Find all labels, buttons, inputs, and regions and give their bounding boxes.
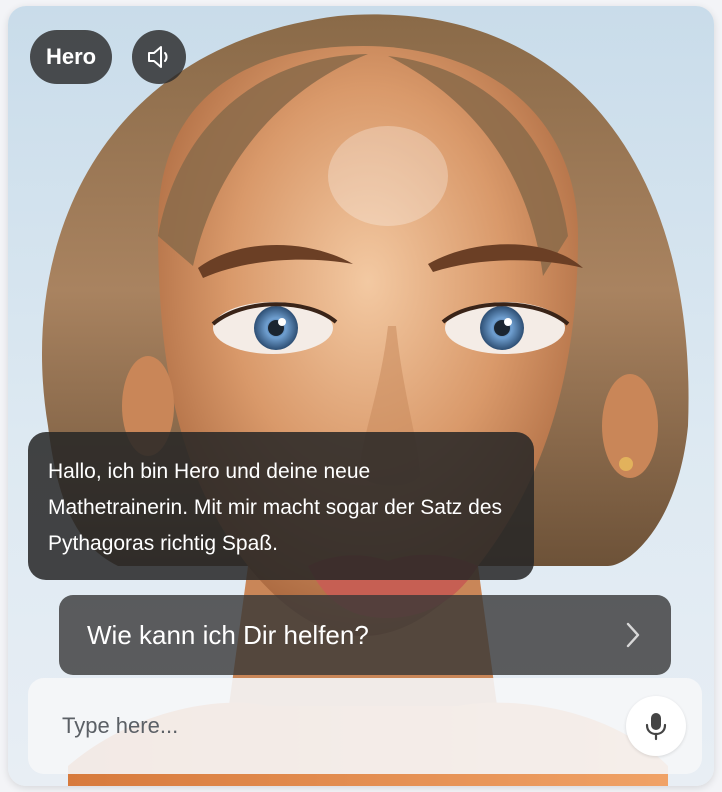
suggestion-button[interactable]: Wie kann ich Dir helfen? [59, 595, 671, 675]
message-input-bar [28, 678, 702, 774]
chevron-right-icon [626, 622, 640, 648]
suggestion-label: Wie kann ich Dir helfen? [87, 619, 369, 650]
assistant-message-bubble: Hallo, ich bin Hero und deine neue Mathe… [28, 432, 534, 580]
message-input[interactable] [60, 712, 626, 740]
assistant-name-badge[interactable]: Hero [30, 30, 113, 84]
microphone-icon [645, 713, 667, 741]
earring [619, 457, 633, 471]
assistant-name-label: Hero [46, 44, 97, 69]
avatar-chat-card: Hero Hallo, ich bin Hero und deine neue … [8, 6, 714, 786]
speaker-icon [148, 46, 168, 68]
assistant-message-text: Hallo, ich bin Hero und deine neue Mathe… [48, 460, 503, 555]
microphone-button[interactable] [626, 696, 686, 756]
sound-toggle-button[interactable] [132, 30, 186, 84]
